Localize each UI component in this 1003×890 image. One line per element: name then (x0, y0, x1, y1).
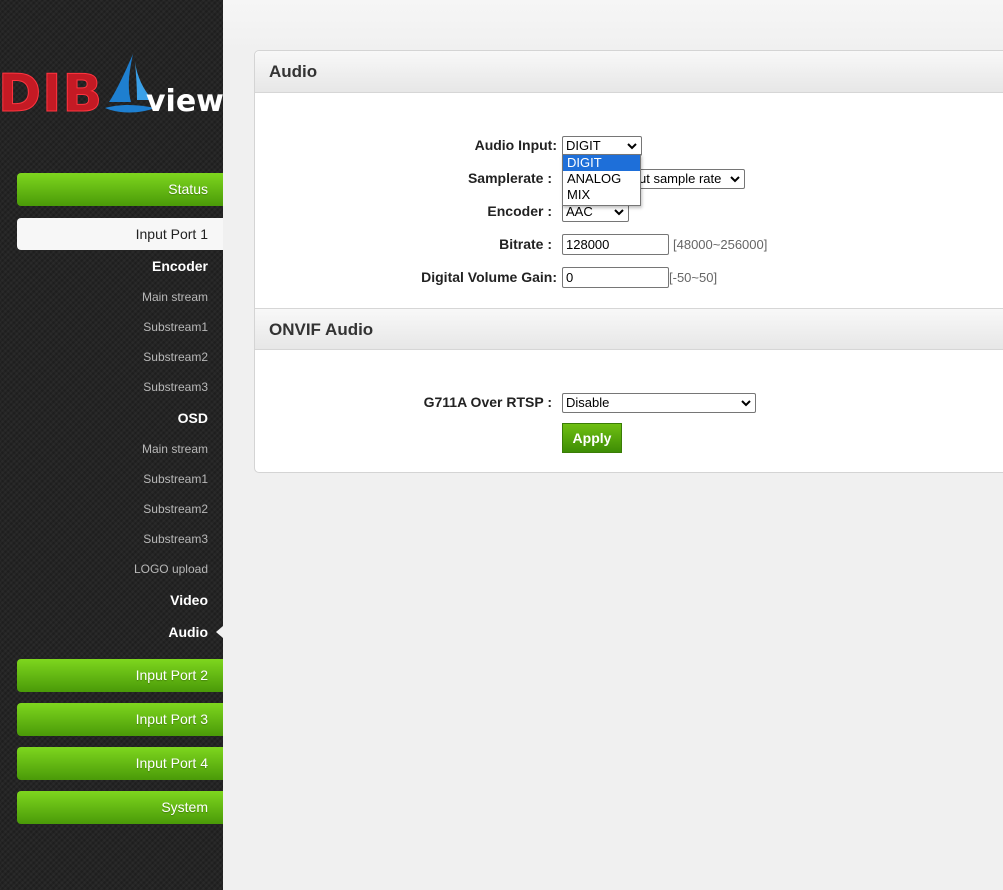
chevron-down-icon (627, 143, 637, 150)
sidebar: DIB view Status Input Port 1 Encoder Mai… (0, 0, 223, 890)
gain-range-hint: [-50~50] (669, 270, 718, 285)
chevron-down-icon (614, 209, 624, 216)
sidebar-item-encoder-substream1[interactable]: Substream1 (143, 320, 208, 334)
samplerate-label: Samplerate : (467, 170, 552, 186)
onvif-section-title: ONVIF Audio (255, 308, 1003, 350)
sidebar-item-encoder-main-stream[interactable]: Main stream (142, 290, 208, 304)
chevron-down-icon (741, 400, 751, 407)
sidebar-item-osd-substream2[interactable]: Substream2 (143, 502, 208, 516)
dropdown-option-digit[interactable]: DIGIT (563, 155, 640, 171)
active-indicator-caret (216, 626, 223, 638)
sidebar-item-video[interactable]: Video (170, 592, 208, 608)
sidebar-item-input-port-4[interactable]: Input Port 4 (17, 747, 223, 780)
sidebar-item-osd[interactable]: OSD (178, 410, 208, 426)
sidebar-item-system[interactable]: System (17, 791, 223, 824)
dropdown-option-mix[interactable]: MIX (563, 187, 640, 203)
encoder-value: AAC (566, 204, 593, 219)
samplerate-value: ut sample rate (639, 171, 722, 186)
top-bar (223, 0, 1003, 50)
audio-input-value: DIGIT (566, 138, 601, 153)
sidebar-item-input-port-3[interactable]: Input Port 3 (17, 703, 223, 736)
bitrate-label: Bitrate : (499, 236, 552, 252)
audio-input-label: Audio Input: (474, 137, 557, 153)
digital-volume-gain-label: Digital Volume Gain: (421, 269, 557, 285)
bitrate-range-hint: [48000~256000] (673, 237, 768, 252)
dibview-logo: DIB view (0, 52, 223, 124)
sidebar-item-encoder[interactable]: Encoder (152, 258, 208, 274)
digital-volume-gain-input[interactable]: 0 (562, 267, 669, 288)
chevron-down-icon (730, 176, 740, 183)
g711a-over-rtsp-value: Disable (566, 395, 610, 410)
sidebar-item-osd-main-stream[interactable]: Main stream (142, 442, 208, 456)
bitrate-input[interactable]: 128000 (562, 234, 669, 255)
audio-section-title: Audio (255, 51, 1003, 93)
sidebar-item-logo-upload[interactable]: LOGO upload (134, 562, 208, 576)
logo-sub: view (146, 84, 223, 119)
sidebar-item-osd-substream1[interactable]: Substream1 (143, 472, 208, 486)
g711a-over-rtsp-label: G711A Over RTSP : (423, 394, 552, 410)
sidebar-item-audio[interactable]: Audio (168, 624, 208, 640)
dropdown-option-analog[interactable]: ANALOG (563, 171, 640, 187)
sidebar-item-input-port-1[interactable]: Input Port 1 (17, 218, 223, 250)
apply-button[interactable]: Apply (562, 423, 622, 453)
encoder-label: Encoder : (487, 203, 552, 219)
sidebar-item-status[interactable]: Status (17, 173, 223, 206)
sidebar-item-encoder-substream3[interactable]: Substream3 (143, 380, 208, 394)
audio-input-select[interactable]: DIGIT (562, 136, 642, 156)
audio-input-dropdown: DIGIT ANALOG MIX (562, 154, 641, 206)
logo-brand: DIB (0, 64, 104, 124)
sidebar-item-input-port-2[interactable]: Input Port 2 (17, 659, 223, 692)
sidebar-item-encoder-substream2[interactable]: Substream2 (143, 350, 208, 364)
sidebar-item-osd-substream3[interactable]: Substream3 (143, 532, 208, 546)
g711a-over-rtsp-select[interactable]: Disable (562, 393, 756, 413)
